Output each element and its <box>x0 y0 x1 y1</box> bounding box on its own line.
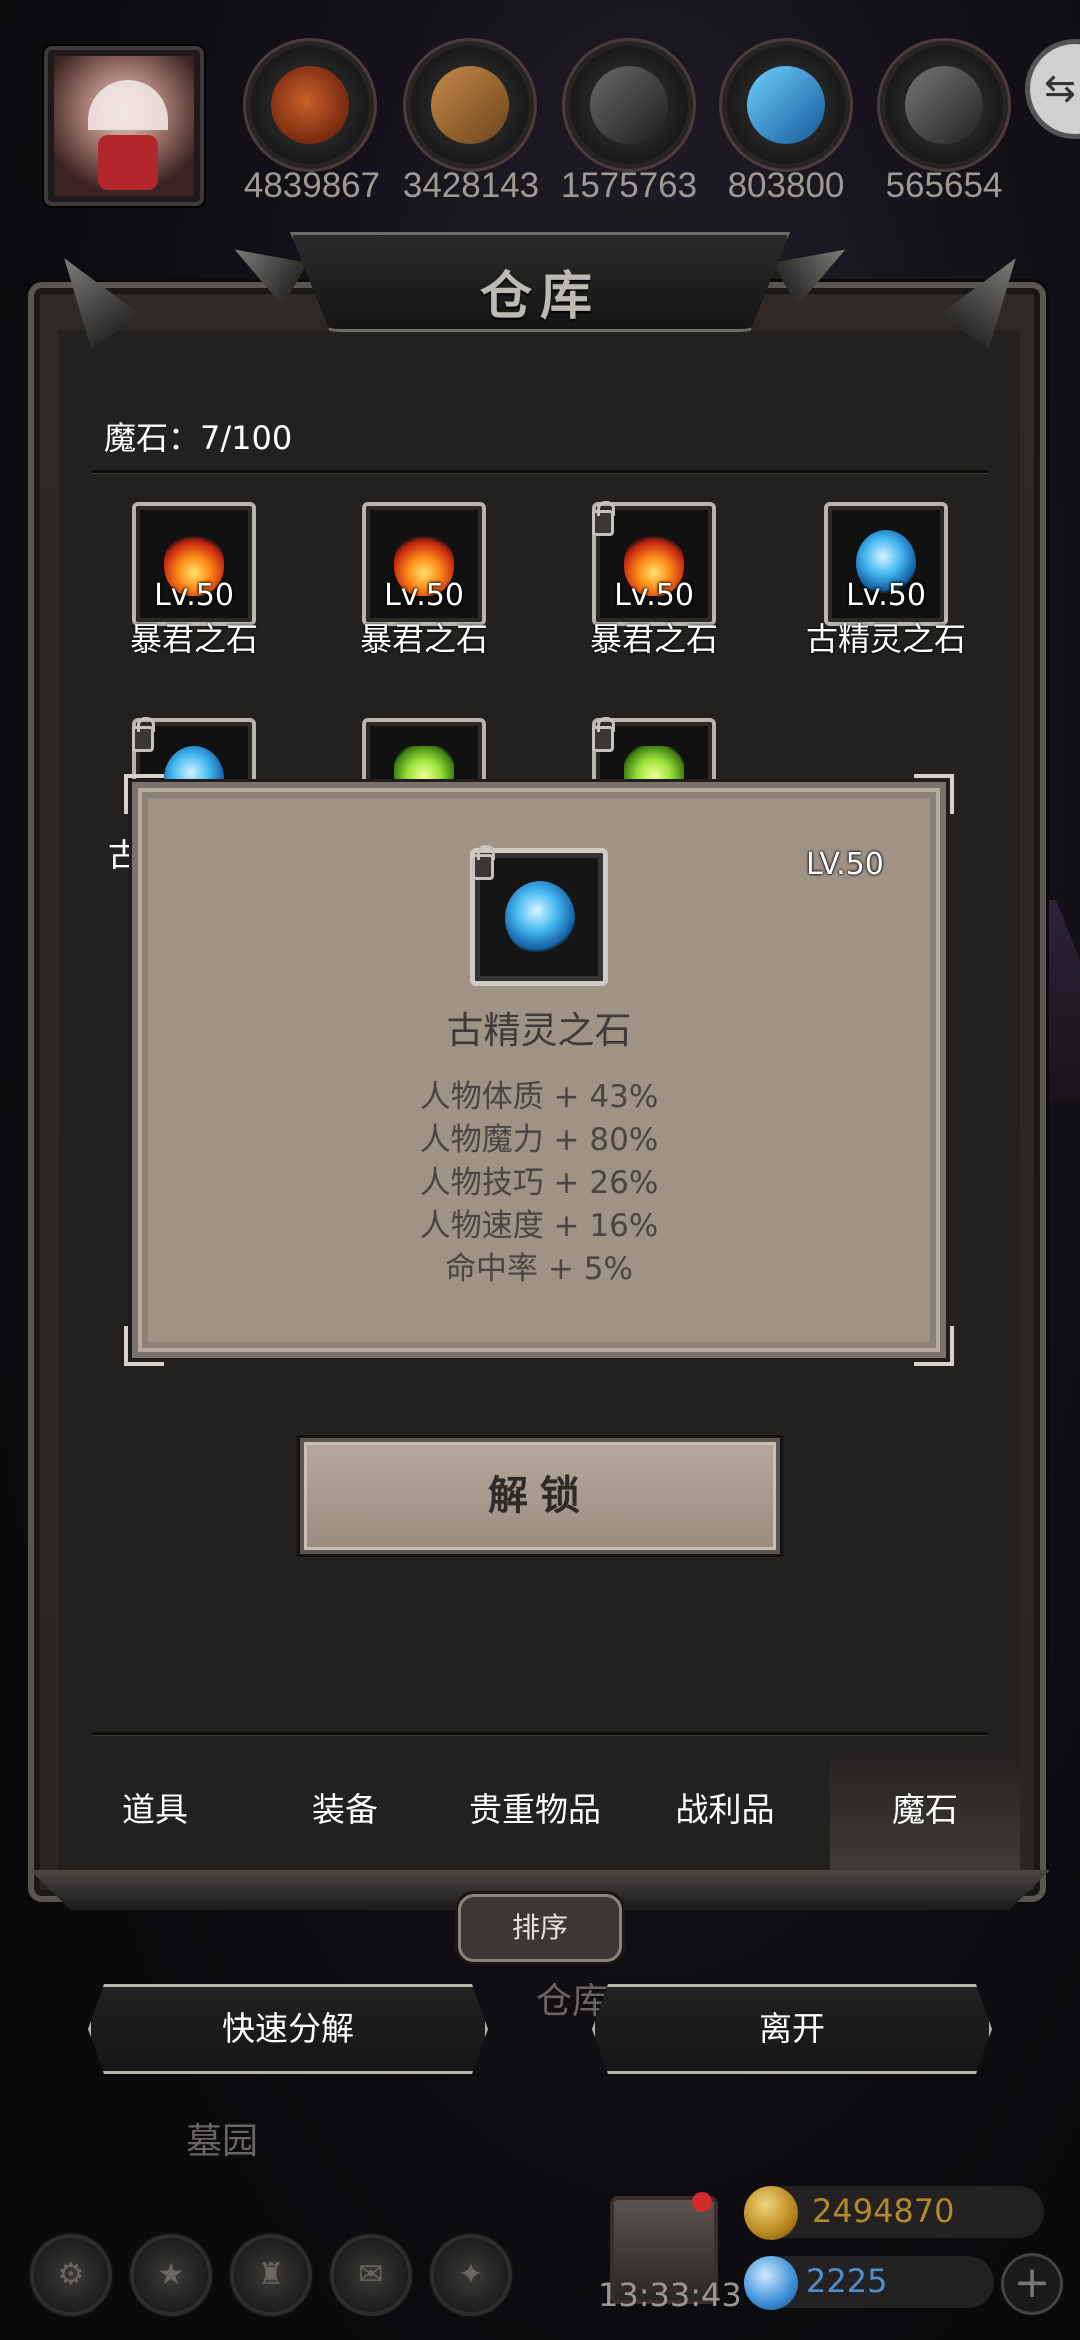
item-name: 古精灵之石 <box>805 620 966 658</box>
map-icon[interactable]: ✦ <box>434 2238 508 2312</box>
stat-line: 人物体质 + 43% <box>419 1079 659 1115</box>
item-level: Lv.50 <box>846 578 926 613</box>
stat-line: 人物技巧 + 26% <box>419 1165 659 1201</box>
meat-icon <box>251 46 369 164</box>
tab-valuables[interactable]: 贵重物品 <box>440 1748 630 1872</box>
stone-icon <box>885 46 1003 164</box>
leave-button[interactable]: 离开 <box>592 1984 992 2074</box>
notification-dot <box>692 2192 712 2212</box>
castle-icon[interactable]: ♜ <box>234 2238 308 2312</box>
settings-icon[interactable]: ⚙ <box>34 2238 108 2312</box>
exit-icon: ⇆ <box>1044 66 1076 110</box>
item-level: Lv.50 <box>154 578 234 613</box>
gold-amount: 2494870 <box>812 2192 955 2230</box>
iron-amount: 1575763 <box>560 166 698 205</box>
lock-icon <box>592 717 615 752</box>
stat-line: 命中率 + 5% <box>445 1251 633 1287</box>
diamond-icon <box>744 2256 798 2310</box>
detail-item-name: 古精灵之石 <box>446 1009 632 1052</box>
player-avatar[interactable] <box>44 46 204 206</box>
item-name: 暴君之石 <box>589 620 718 658</box>
card-corner <box>914 774 954 814</box>
item-level: Lv.50 <box>614 578 694 613</box>
meat-amount: 4839867 <box>243 166 381 205</box>
stat-line: 人物魔力 + 80% <box>419 1122 659 1158</box>
leave-label: 离开 <box>759 2009 825 2048</box>
quick-dismantle-label: 快速分解 <box>222 2009 354 2048</box>
card-corner <box>124 774 164 814</box>
add-currency-button[interactable]: + <box>1004 2256 1060 2312</box>
detail-stats: 人物体质 + 43% 人物魔力 + 80% 人物技巧 + 26% 人物速度 + … <box>132 1076 946 1291</box>
unlock-label: 解锁 <box>488 1473 592 1519</box>
sort-button[interactable]: 排序 <box>458 1894 622 1962</box>
unlock-button[interactable]: 解锁 <box>300 1438 780 1554</box>
mail-icon[interactable]: ✉ <box>334 2238 408 2312</box>
quick-dismantle-button[interactable]: 快速分解 <box>88 1984 488 2074</box>
crystal-icon <box>727 46 845 164</box>
card-corner <box>124 1326 164 1366</box>
tab-magic-stones[interactable]: 魔石 <box>830 1748 1020 1872</box>
stone-amount: 565654 <box>885 166 1003 205</box>
tab-equipment[interactable]: 装备 <box>250 1748 440 1872</box>
lock-icon <box>592 501 615 536</box>
lock-icon <box>132 717 155 752</box>
card-corner <box>914 1326 954 1366</box>
event-timer: 13:33:43 <box>598 2276 742 2314</box>
divider <box>92 1732 988 1735</box>
item-slot[interactable]: Lv.50 <box>132 502 256 626</box>
tab-items[interactable]: 道具 <box>60 1748 250 1872</box>
item-name: 暴君之石 <box>129 620 258 658</box>
magic-stone-count: 魔石：7/100 <box>104 419 293 457</box>
wood-amount: 3428143 <box>402 166 540 205</box>
panel-title: 仓库 <box>479 267 600 327</box>
sort-label: 排序 <box>511 1911 568 1944</box>
item-slot[interactable]: Lv.50 <box>824 502 948 626</box>
detail-level: LV.50 <box>806 847 884 882</box>
stat-line: 人物速度 + 16% <box>419 1208 659 1244</box>
divider <box>92 470 988 473</box>
wood-icon <box>411 46 529 164</box>
tab-loot[interactable]: 战利品 <box>630 1748 820 1872</box>
gold-coin-icon <box>744 2186 798 2240</box>
iron-icon <box>570 46 688 164</box>
item-slot[interactable]: Lv.50 <box>362 502 486 626</box>
crystal-amount: 803800 <box>727 166 845 205</box>
category-tabs: 道具 装备 贵重物品 战利品 魔石 <box>60 1748 1020 1872</box>
gem-amount: 2225 <box>806 2262 888 2300</box>
lock-icon <box>472 845 495 880</box>
star-icon[interactable]: ★ <box>134 2238 208 2312</box>
item-level: Lv.50 <box>384 578 464 613</box>
ice-stone-icon <box>505 881 575 955</box>
cemetery-building-label: 墓园 <box>186 2121 259 2162</box>
item-name: 暴君之石 <box>359 620 488 658</box>
plus-icon: + <box>1013 2257 1051 2308</box>
